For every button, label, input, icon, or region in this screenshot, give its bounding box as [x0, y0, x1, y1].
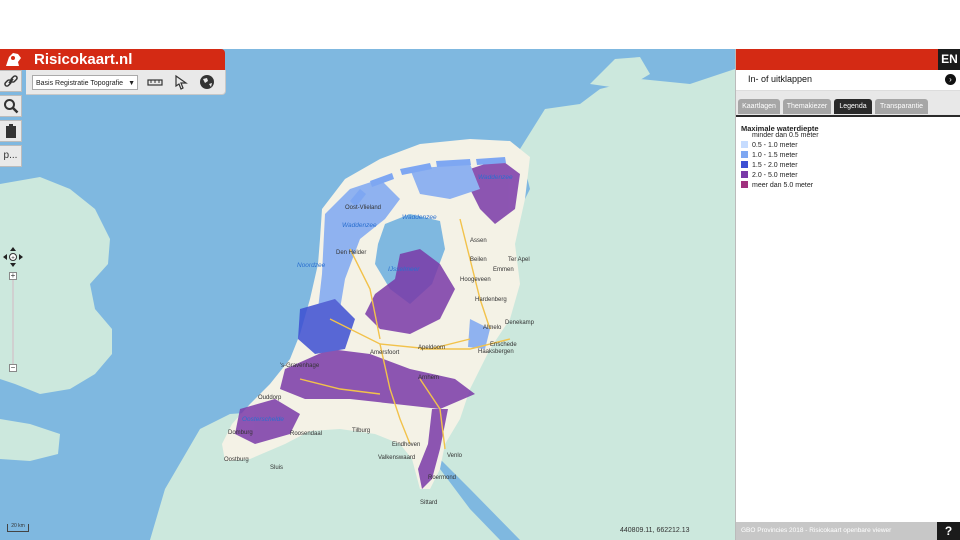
legend-label: meer dan 5.0 meter	[752, 182, 814, 189]
label-ouddorp: Ouddorp	[258, 395, 282, 401]
legend-item: meer dan 5.0 meter	[741, 181, 813, 191]
tab-kaartlagen[interactable]: Kaartlagen	[738, 99, 780, 114]
label-assen: Assen	[470, 238, 487, 244]
label-emmen: Emmen	[493, 267, 514, 273]
legend-swatch	[741, 181, 748, 188]
zoom-slider[interactable]: + −	[9, 272, 17, 372]
label-denekamp: Denekamp	[505, 320, 535, 326]
tab-transparantie[interactable]: Transparantie	[875, 99, 928, 114]
collapse-label: In- of uitklappen	[748, 74, 813, 84]
app-title: Risicokaart.nl	[34, 51, 133, 68]
legend-item: 1.0 - 1.5 meter	[741, 151, 798, 161]
tab-legenda[interactable]: Legenda	[834, 99, 872, 114]
map-toolbar: Basis Registratie Topografie ▼	[26, 70, 226, 95]
help-button[interactable]: ?	[937, 522, 960, 540]
legend-label: 1.0 - 1.5 meter	[752, 152, 798, 159]
label-arnhem: Arnhem	[418, 375, 439, 381]
footer-credit: GBO Provincies 2018 - Risicokaart openba…	[741, 527, 892, 534]
chevron-right-icon[interactable]: ›	[945, 74, 956, 85]
label-eindhoven: Eindhoven	[392, 442, 420, 448]
label-roosendaal: Roosendaal	[290, 431, 322, 437]
label-waddenzee-2: Waddenzee	[402, 214, 437, 221]
collapse-toggle[interactable]: In- of uitklappen ›	[736, 70, 960, 91]
label-valkenswaard: Valkenswaard	[378, 455, 415, 461]
risicokaart-logo-icon	[6, 53, 21, 66]
zoom-in-icon[interactable]: +	[9, 272, 17, 280]
svg-text:+: +	[11, 256, 15, 262]
legend-label: minder dan 0.5 meter	[752, 132, 819, 139]
label-sittard: Sittard	[420, 500, 437, 506]
link-button[interactable]	[0, 70, 22, 92]
label-noordzee: Noordzee	[297, 262, 326, 269]
label-amersfoort: Amersfoort	[370, 350, 400, 356]
legend-content: Maximale waterdiepte minder dan 0.5 mete…	[736, 115, 960, 521]
label-den-helder: Den Helder	[336, 250, 366, 256]
label-oostburg: Oostburg	[224, 457, 249, 463]
label-domburg: Domburg	[228, 430, 253, 436]
label-almelo: Almelo	[483, 325, 502, 331]
cursor-coordinates: 440809.11, 662212.13	[620, 527, 690, 534]
panel-tabs: Kaartlagen Themakiezer Legenda Transpara…	[736, 91, 960, 115]
label-ijsselmeer: IJsselmeer	[388, 266, 420, 273]
base-layer-value: Basis Registratie Topografie	[36, 80, 124, 87]
label-beilen: Beilen	[470, 257, 487, 263]
panel-footer: GBO Provincies 2018 - Risicokaart openba…	[736, 522, 960, 540]
legend-swatch	[741, 151, 748, 158]
legend-item: 0.5 - 1.0 meter	[741, 141, 798, 151]
select-cursor-icon[interactable]	[172, 73, 190, 91]
legend-item: 1.5 - 2.0 meter	[741, 161, 798, 171]
base-layer-select[interactable]: Basis Registratie Topografie ▼	[32, 75, 138, 90]
app-header: Risicokaart.nl	[0, 49, 225, 70]
legend-label: 0.5 - 1.0 meter	[752, 142, 798, 149]
zoom-out-icon[interactable]: −	[9, 364, 17, 372]
map-canvas[interactable]: Den Helder Oost-Vlieland Assen Emmen Ter…	[0, 49, 735, 540]
legend-swatch	[741, 171, 748, 178]
label-enschede: Enschede	[490, 342, 517, 348]
label-sluis: Sluis	[270, 465, 283, 471]
search-button[interactable]	[0, 95, 22, 117]
label-venlo: Venlo	[447, 453, 463, 459]
globe-icon[interactable]	[198, 73, 216, 91]
label-ter-apel: Ter Apel	[508, 257, 530, 263]
scale-bar: 20 km	[7, 524, 29, 532]
legend-swatch	[741, 161, 748, 168]
label-waddenzee-3: Waddenzee	[478, 174, 513, 181]
legend-label: 2.0 - 5.0 meter	[752, 172, 798, 179]
language-button[interactable]: EN	[938, 49, 960, 70]
legend-item: minder dan 0.5 meter	[741, 131, 819, 141]
label-gravenhage: 's-Gravenhage	[280, 363, 320, 369]
p-button[interactable]: p...	[0, 145, 22, 167]
legend-item: 2.0 - 5.0 meter	[741, 171, 798, 181]
legend-label: 1.5 - 2.0 meter	[752, 162, 798, 169]
label-hardenberg: Hardenberg	[475, 297, 507, 303]
tab-themakiezer[interactable]: Themakiezer	[783, 99, 831, 114]
label-oosterschelde: Oosterschelde	[242, 416, 284, 423]
label-oost-vlieland: Oost-Vlieland	[345, 205, 381, 211]
legend-swatch	[741, 141, 748, 148]
zoom-track[interactable]	[12, 278, 14, 366]
label-apeldoorn: Apeldoorn	[418, 345, 445, 351]
label-roermond: Roermond	[428, 475, 456, 481]
side-panel: EN In- of uitklappen › Kaartlagen Themak…	[735, 49, 960, 540]
panel-header-bar	[736, 49, 938, 70]
legend-swatch	[741, 131, 748, 138]
label-tilburg: Tilburg	[352, 428, 370, 434]
search-icon	[3, 99, 18, 114]
chevron-down-icon: ▼	[128, 80, 135, 87]
label-hoogeveen: Hoogeveen	[460, 277, 491, 283]
clipboard-icon	[5, 124, 16, 138]
clipboard-button[interactable]	[0, 120, 22, 142]
label-waddenzee-1: Waddenzee	[342, 222, 377, 229]
label-haaksbergen: Haaksbergen	[478, 349, 514, 355]
pan-control[interactable]: +	[2, 246, 24, 268]
map-view[interactable]: Den Helder Oost-Vlieland Assen Emmen Ter…	[0, 49, 735, 540]
link-icon	[3, 75, 18, 87]
measure-icon[interactable]	[146, 73, 164, 91]
